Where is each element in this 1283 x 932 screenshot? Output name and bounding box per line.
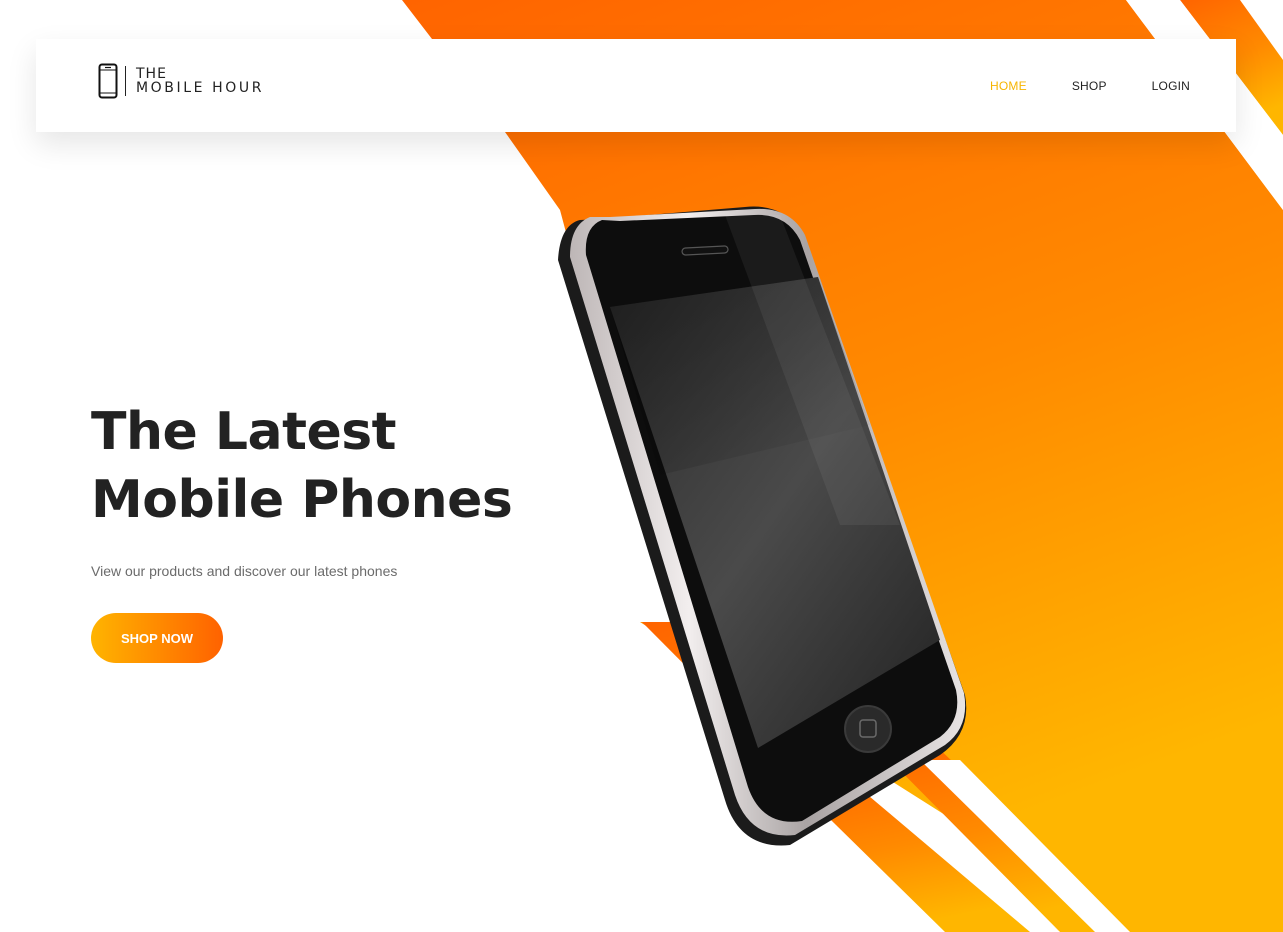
smartphone-icon <box>98 63 118 99</box>
smartphone-illustration <box>558 206 967 846</box>
shop-now-button[interactable]: SHOP NOW <box>91 613 223 663</box>
brand-name: THE MOBILE HOUR <box>136 67 264 95</box>
hero-title: The Latest Mobile Phones <box>91 398 551 534</box>
brand-line1: THE <box>136 66 167 82</box>
page: THE MOBILE HOUR HOME SHOP LOGIN The Late… <box>0 0 1283 932</box>
nav-login-link[interactable]: LOGIN <box>1152 79 1190 93</box>
brand-logo[interactable]: THE MOBILE HOUR <box>98 63 298 103</box>
top-navbar: THE MOBILE HOUR HOME SHOP LOGIN <box>36 39 1236 132</box>
logo-divider <box>125 66 126 96</box>
hero-title-line1: The Latest <box>91 402 397 462</box>
nav-shop-link[interactable]: SHOP <box>1072 79 1107 93</box>
main-nav: HOME SHOP LOGIN <box>990 39 1190 132</box>
hero-subtitle: View our products and discover our lates… <box>91 563 398 579</box>
nav-home-link[interactable]: HOME <box>990 79 1027 93</box>
hero-title-line2: Mobile Phones <box>91 470 513 530</box>
brand-line2: MOBILE HOUR <box>136 80 265 96</box>
hero-section: The Latest Mobile Phones View our produc… <box>91 398 551 663</box>
